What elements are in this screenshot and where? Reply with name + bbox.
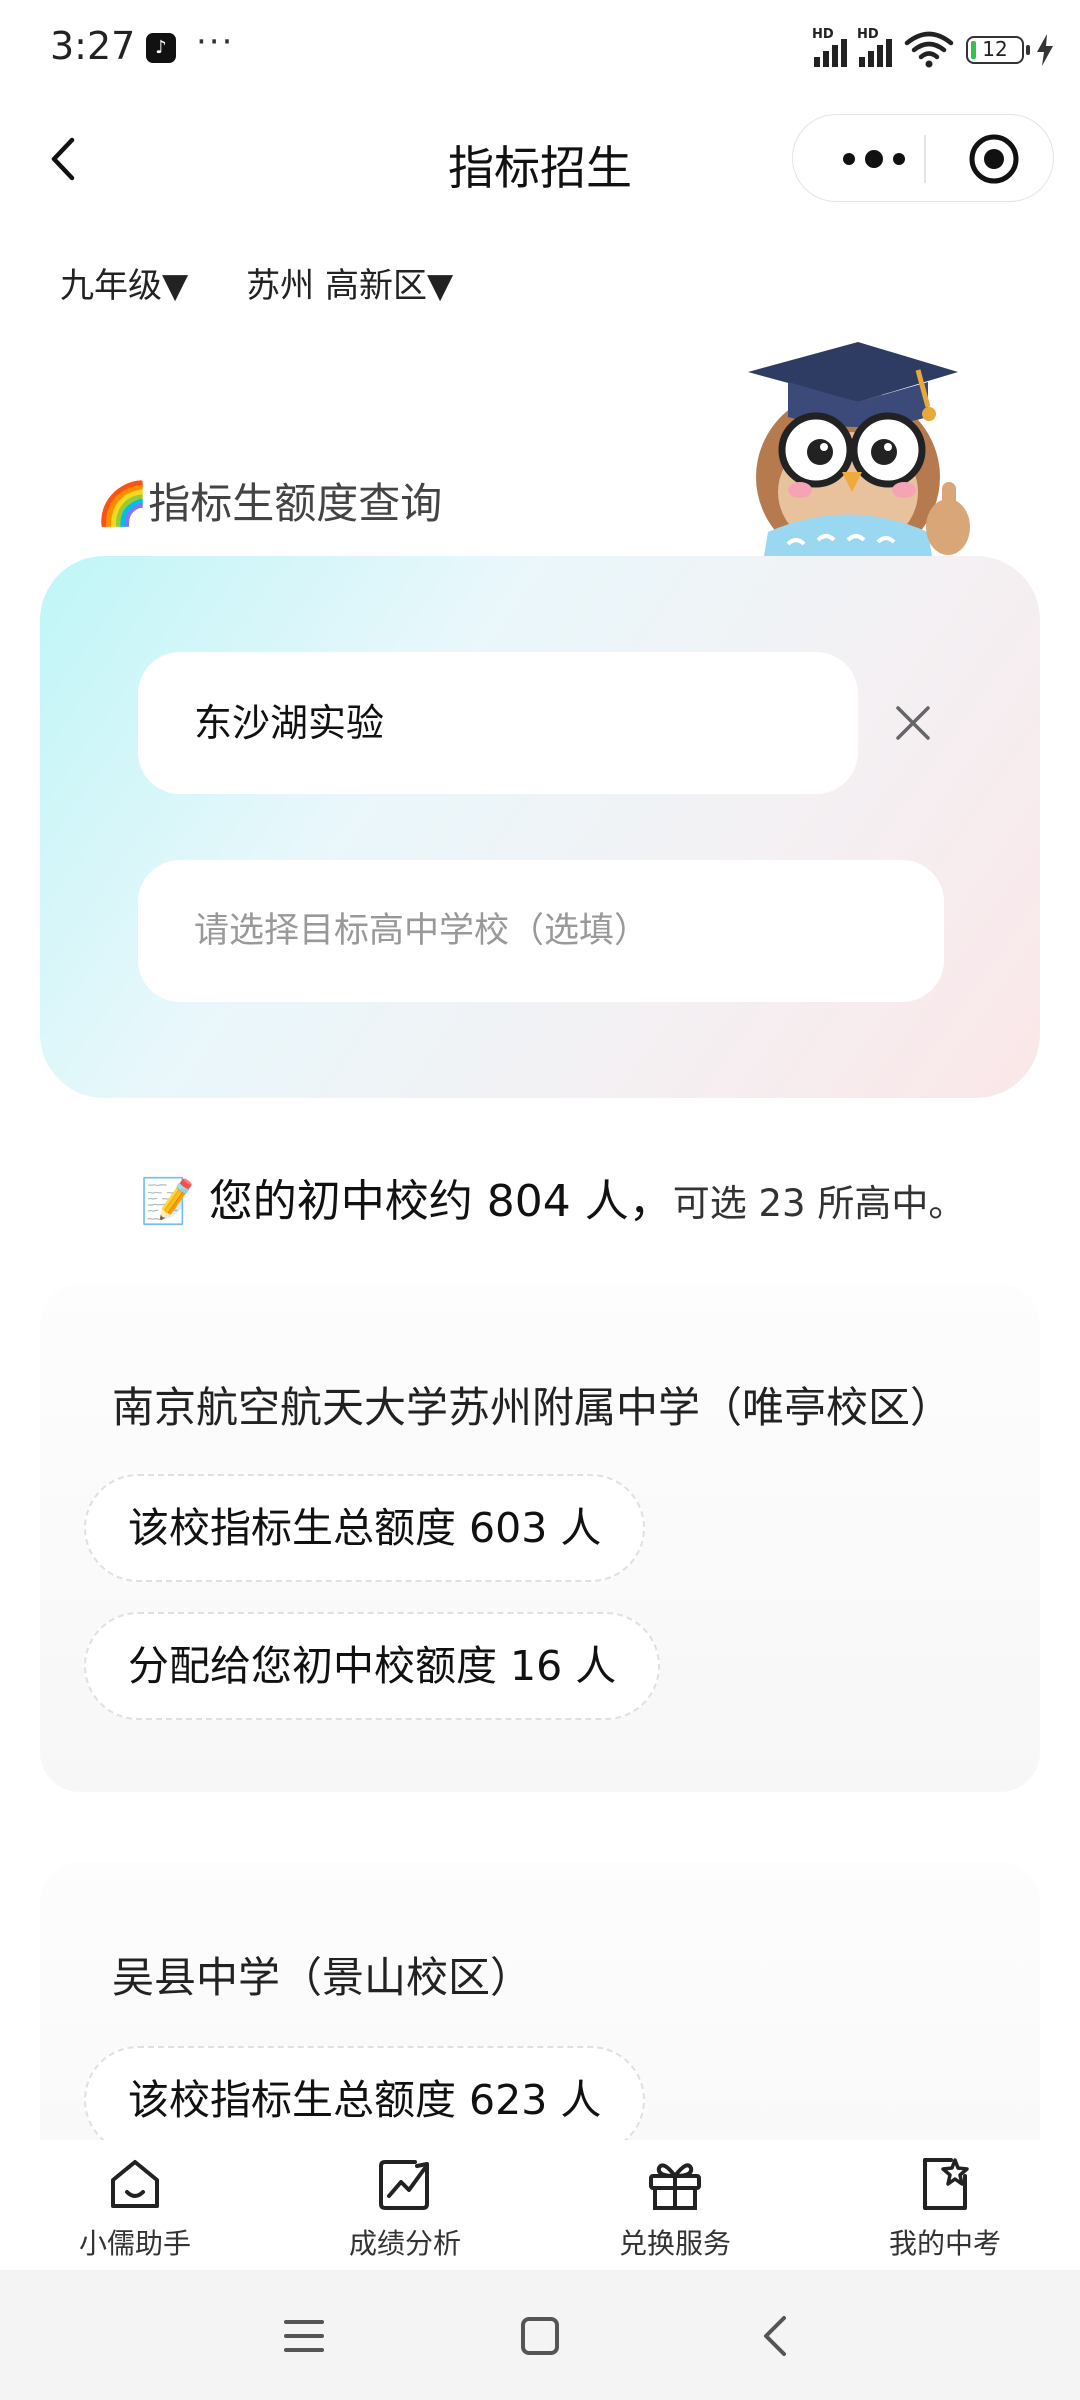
miniprogram-capsule [792,114,1054,202]
tab-label: 成绩分析 [348,2227,461,2260]
menu-icon[interactable] [280,2312,328,2360]
status-time: 3:27 [50,24,136,68]
gift-icon [649,2163,701,2210]
grade-filter[interactable]: 九年级▼ [60,258,188,307]
chart-trend-icon [379,2160,429,2210]
junior-school-input[interactable]: 东沙湖实验 [138,652,858,794]
tab-score-analysis[interactable]: 成绩分析 [270,2140,540,2270]
tab-label: 我的中考 [888,2227,1001,2260]
back-triangle-icon[interactable] [752,2312,800,2360]
charging-icon [1037,34,1053,66]
home-square-icon[interactable] [516,2312,564,2360]
tab-label: 兑换服务 [618,2227,731,2260]
summary-main: 📝 您的初中校约 804 人， [140,1176,673,1227]
target-high-school-select[interactable]: 请选择目标高中学校（选填） [138,860,944,1002]
filter-row: 九年级▼ 苏州 高新区▼ [60,258,453,307]
bottom-tab-bar: 小儒助手 成绩分析 兑换服务 我的中考 [0,2140,1080,2270]
signal-icon: HD [812,27,847,67]
star-doc-icon [923,2158,969,2210]
tab-label: 小儒助手 [78,2227,191,2260]
navigation-bar: 指标招生 [0,110,1080,210]
status-indicators: HD HD 12 [812,27,1054,70]
more-dots-icon[interactable] [829,115,919,203]
summary-rest: 可选 23 所高中。 [672,1182,966,1225]
tab-my-exam[interactable]: 我的中考 [810,2140,1080,2270]
total-quota-pill: 该校指标生总额度 623 人 [84,2046,646,2154]
result-card[interactable]: 南京航空航天大学苏州附属中学（唯亭校区） 该校指标生总额度 603 人 分配给您… [40,1284,1040,1792]
query-card [40,556,1040,1098]
quota-query-title: 🌈指标生额度查询 [96,479,443,528]
battery-level: 12 [982,37,1008,61]
capsule-divider [924,135,926,183]
home-smile-icon [111,2160,159,2208]
system-navigation-bar [0,2270,1080,2400]
summary-text: 📝 您的初中校约 804 人，可选 23 所高中。 [140,1165,965,1229]
target-icon[interactable] [968,133,1020,185]
signal-icon: HD [857,27,892,67]
tiktok-icon: ♪ [146,33,176,63]
school-name: 南京航空航天大学苏州附属中学（唯亭校区） [112,1383,953,1432]
status-bar: 3:27 ♪ ··· HD HD 12 [0,0,1080,100]
school-name: 吴县中学（景山校区） [112,1953,533,2002]
owl-mascot-illustration [748,342,970,565]
status-more: ··· [196,22,235,62]
battery-icon: 12 [966,36,1030,64]
total-quota-pill: 该校指标生总额度 603 人 [84,1474,646,1582]
tab-exchange-service[interactable]: 兑换服务 [540,2140,810,2270]
allocated-quota-pill: 分配给您初中校额度 16 人 [84,1612,661,1720]
tab-assistant[interactable]: 小儒助手 [0,2140,270,2270]
close-icon[interactable] [890,700,936,746]
wifi-icon [904,31,954,68]
region-filter[interactable]: 苏州 高新区▼ [246,258,453,307]
